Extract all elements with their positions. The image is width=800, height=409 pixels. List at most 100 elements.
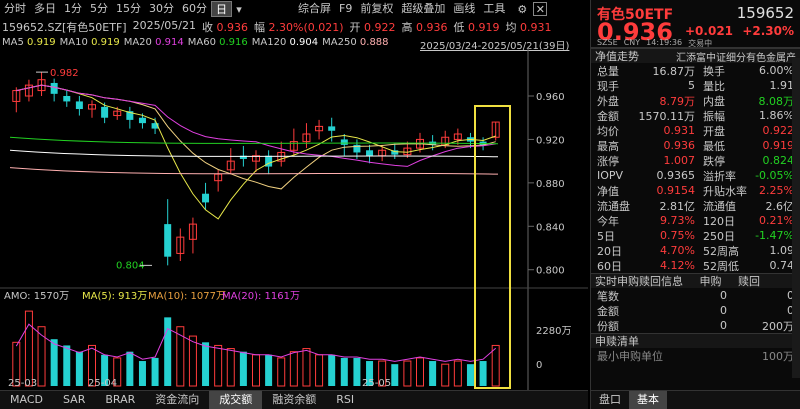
action-4[interactable]: 画线 (449, 1, 479, 17)
stat-label: 总量 (597, 64, 619, 78)
action-5[interactable]: 工具 (479, 1, 509, 17)
stat-value: 0.9365 (656, 169, 696, 182)
volume-bar (226, 348, 235, 387)
settings-icon[interactable]: ⚙ (515, 2, 529, 16)
volume-axis-label: 2280万 (536, 326, 571, 337)
redeem-col: 赎回 (738, 275, 760, 288)
volume-bar (391, 364, 399, 386)
period-5[interactable]: 30分 (145, 1, 178, 17)
stat-value: 1.007 (663, 154, 696, 167)
indicator-tab-5[interactable]: 融资余额 (262, 391, 326, 409)
period-6[interactable]: 60分 (178, 1, 211, 17)
price-change-pct: +2.30% (742, 24, 794, 38)
stat-row: 今年 9.73% 120日 0.21% (591, 213, 800, 228)
period-1[interactable]: 多日 (30, 1, 60, 17)
period-2[interactable]: 1分 (60, 1, 86, 17)
stat-row: IOPV 0.9365 溢折率 -0.05% (591, 168, 800, 183)
stat-value-2: -0.05% (755, 169, 794, 182)
action-3[interactable]: 超级叠加 (397, 1, 449, 17)
action-1[interactable]: F9 (335, 1, 356, 17)
indicator-tab-2[interactable]: BRAR (95, 391, 145, 409)
candle-body (340, 139, 348, 145)
price-change: +0.021 (685, 24, 734, 38)
stat-value-2: 1.09 (769, 244, 795, 257)
subscription-row: 笔数 0 0 (591, 288, 800, 303)
stat-row: 净值 0.9154 升贴水率 2.25% (591, 183, 800, 198)
stat-label-2: 换手 (703, 64, 725, 78)
stat-value: 16.87万 (652, 64, 696, 78)
stat-row: 60日 4.12% 52周低 0.74 (591, 258, 800, 273)
sub-value: 0 (720, 319, 727, 332)
stat-value-2: 0.21% (759, 214, 794, 227)
min-unit-label: 最小申购单位 (597, 349, 663, 363)
stat-value: 0.9154 (656, 184, 696, 197)
sub-value: 0 (720, 304, 727, 317)
subscription-row: 金额 0 0 (591, 303, 800, 318)
stat-label-2: 52周高 (703, 244, 739, 258)
sub-value: 0 (720, 289, 727, 302)
stat-value-2: 1.91 (769, 79, 795, 92)
date-label: 25-04 (88, 378, 117, 389)
stat-row: 流通盘 2.81亿 流通值 2.6亿 (591, 198, 800, 213)
subscription-row: 份额 0 200万 (591, 318, 800, 333)
stat-label: 60日 (597, 259, 622, 273)
stat-value-2: 2.6亿 (765, 199, 795, 213)
volume-bar (353, 357, 361, 386)
price-axis-label: 0.800 (536, 266, 565, 277)
volume-bar (202, 342, 210, 386)
candle-body (164, 224, 172, 257)
stat-label-2: 流通值 (703, 199, 736, 213)
redeem-value: 200万 (762, 319, 794, 333)
stat-row: 5日 0.75% 250日 -1.47% (591, 228, 800, 243)
indicator-tab-0[interactable]: MACD (0, 391, 53, 409)
period-0[interactable]: 分时 (0, 1, 30, 17)
stat-label-2: 52周低 (703, 259, 739, 273)
period-dropdown-icon[interactable]: ▾ (232, 2, 246, 16)
stat-value-2: 0.922 (762, 124, 795, 137)
stat-value: 1570.11万 (638, 109, 696, 123)
volume-bar (164, 317, 172, 386)
period-3[interactable]: 5分 (86, 1, 112, 17)
chart-area: 分时 多日 1分 5分 15分 30分 60分日 ▾ 综合屏 F9 前复权 超级叠加 画线 工具 ⚙ ✕ 15… (0, 0, 588, 409)
action-2[interactable]: 前复权 (356, 1, 397, 17)
stat-label-2: 振幅 (703, 109, 725, 123)
price-chart[interactable]: 0.9600.9200.8800.8400.8000.9820.804AMO: … (0, 18, 588, 390)
volume-bar (466, 364, 474, 386)
volume-bar (265, 354, 273, 386)
subscription-table: 笔数 0 0 金额 0 0 份额 0 200万 (591, 288, 800, 333)
exchange: SZSE (597, 38, 618, 47)
candle-body (75, 101, 83, 110)
volume-bar (328, 354, 336, 386)
close-icon[interactable]: ✕ (533, 2, 548, 16)
period-4[interactable]: 15分 (112, 1, 145, 17)
stat-label-2: 120日 (703, 214, 735, 228)
redeem-value: 0 (787, 304, 794, 317)
panel-scrollbar[interactable] (792, 58, 800, 378)
volume-bar (441, 363, 450, 387)
volume-bar (50, 339, 58, 386)
stat-value: 0.75% (660, 229, 695, 242)
period-7[interactable]: 日 (211, 1, 232, 17)
volume-bar (151, 357, 159, 386)
stat-value-2: 0.824 (762, 154, 795, 167)
tab-fund-full-name[interactable]: 汇添富中证细分有色金属产 (676, 49, 796, 64)
candle-body (366, 150, 374, 156)
stat-label: 今年 (597, 214, 619, 228)
stat-value-2: 6.00% (759, 64, 794, 77)
volume-bar (302, 348, 311, 387)
indicator-tab-3[interactable]: 资金流向 (145, 391, 209, 409)
stat-label-2: 最低 (703, 139, 725, 153)
stat-label-2: 量比 (703, 79, 725, 93)
subscription-header: 实时申购赎回信息 申购 赎回 (591, 273, 800, 288)
indicator-tab-1[interactable]: SAR (53, 391, 95, 409)
action-0[interactable]: 综合屏 (294, 1, 335, 17)
indicator-tab-4[interactable]: 成交额 (209, 391, 263, 409)
indicator-tab-6[interactable]: RSI (326, 391, 364, 409)
candle-body (63, 96, 71, 102)
volume-bar (24, 310, 33, 387)
panel-tab-1[interactable]: 基本 (629, 391, 667, 409)
stat-value: 0.931 (663, 124, 696, 137)
list-header[interactable]: 申赎清单 (591, 333, 800, 348)
price-axis-label: 0.960 (536, 92, 565, 103)
panel-tab-0[interactable]: 盘口 (591, 391, 629, 409)
